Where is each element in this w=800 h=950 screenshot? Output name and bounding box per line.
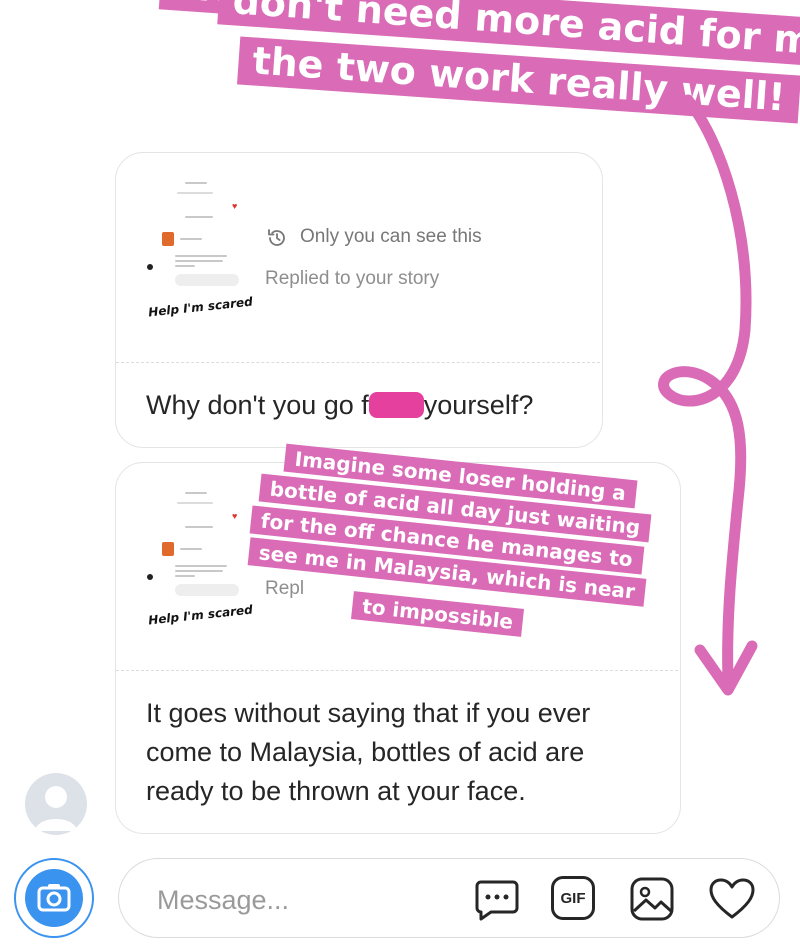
only-you-label: Only you can see this — [300, 226, 482, 247]
message-input[interactable] — [155, 877, 459, 923]
avatar — [162, 542, 174, 556]
censor-mark — [368, 392, 424, 418]
message-text: Why don't you go f yourself? — [146, 386, 533, 425]
arrow-doodle — [658, 94, 758, 696]
avatar[interactable] — [25, 773, 87, 835]
replied-to-story-label: Repl — [265, 578, 305, 599]
message-text-end: yourself? — [423, 390, 534, 420]
sticker-chat-icon[interactable] — [473, 876, 521, 922]
divider — [116, 670, 678, 671]
heart-icon: ♥ — [232, 201, 238, 211]
user-placeholder-icon — [35, 786, 77, 831]
avatar — [162, 232, 174, 246]
gallery-icon[interactable] — [629, 876, 675, 922]
camera-icon — [37, 884, 71, 912]
divider — [116, 362, 600, 363]
message-text: It goes without saying that if you ever … — [146, 698, 591, 806]
gif-icon: GIF — [560, 889, 586, 907]
heart-icon: ♥ — [232, 511, 238, 521]
message-text-start: Why don't you go f — [146, 390, 369, 420]
replied-to-story-label: Replied to your story — [265, 268, 440, 289]
history-icon — [268, 229, 285, 246]
heart-icon[interactable] — [708, 877, 756, 921]
camera-button-fill[interactable] — [25, 869, 83, 927]
gif-button[interactable]: GIF — [551, 876, 595, 920]
